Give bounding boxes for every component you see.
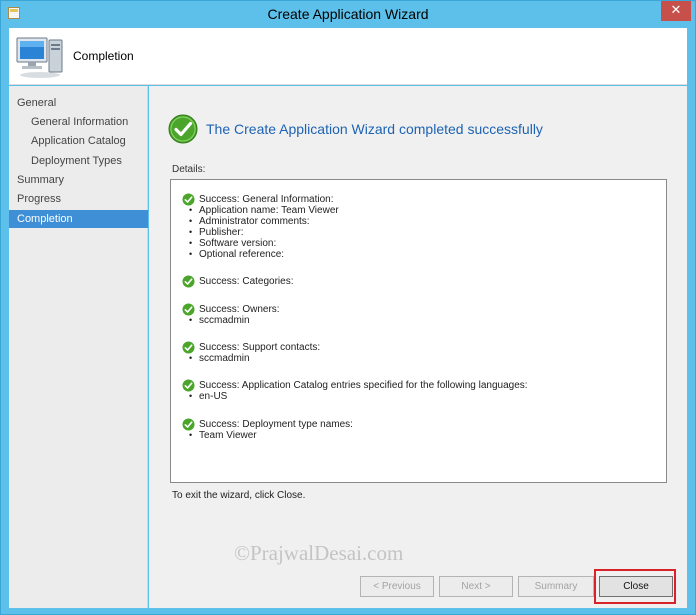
exit-instructions: To exit the wizard, click Close. <box>172 490 306 501</box>
nav-item-application-catalog[interactable]: Application Catalog <box>9 132 148 150</box>
detail-line: Publisher: <box>189 227 339 238</box>
detail-title: Success: Owners: <box>199 304 280 315</box>
wizard-header: Completion <box>9 28 687 85</box>
details-label: Details: <box>172 164 206 175</box>
summary-button[interactable]: Summary <box>518 576 594 597</box>
detail-line: Application name: Team Viewer <box>189 205 339 216</box>
next-button[interactable]: Next > <box>439 576 513 597</box>
computer-icon <box>16 37 63 78</box>
detail-line: Administrator comments: <box>189 216 339 227</box>
nav-item-summary[interactable]: Summary <box>9 171 148 189</box>
detail-line: sccmadmin <box>189 315 250 326</box>
watermark: ©PrajwalDesai.com <box>234 541 404 565</box>
detail-title: Success: Application Catalog entries spe… <box>199 380 528 391</box>
nav-item-completion[interactable]: Completion <box>9 210 148 228</box>
nav-item-deployment-types[interactable]: Deployment Types <box>9 152 148 170</box>
detail-line: Software version: <box>189 238 339 249</box>
window-close-button[interactable]: ✕ <box>661 1 691 21</box>
window-title: Create Application Wizard <box>267 6 429 22</box>
detail-line: Optional reference: <box>189 249 339 260</box>
detail-line: en-US <box>189 391 227 402</box>
nav-item-progress[interactable]: Progress <box>9 190 148 208</box>
detail-title: Success: Categories: <box>199 276 294 287</box>
wizard-window: Create Application Wizard ✕ Completion G… <box>0 0 696 615</box>
success-check-icon <box>168 114 198 144</box>
previous-button[interactable]: < Previous <box>360 576 434 597</box>
detail-line: sccmadmin <box>189 353 250 364</box>
title-bar[interactable]: Create Application Wizard ✕ <box>1 1 695 28</box>
detail-title: Success: Support contacts: <box>199 342 321 353</box>
wizard-nav: General General Information Application … <box>9 86 148 608</box>
detail-line: Team Viewer <box>189 430 257 441</box>
success-check-icon <box>182 275 195 288</box>
close-button-highlight <box>594 569 676 604</box>
nav-item-general[interactable]: General <box>9 94 148 112</box>
completion-headline: The Create Application Wizard completed … <box>206 121 543 137</box>
detail-title: Success: General Information: <box>199 194 334 205</box>
content-panel: The Create Application Wizard completed … <box>149 86 687 608</box>
nav-item-general-information[interactable]: General Information <box>9 113 148 131</box>
detail-title: Success: Deployment type names: <box>199 419 353 430</box>
header-title: Completion <box>73 49 134 63</box>
details-box[interactable]: Success: General Information: Applicatio… <box>170 179 667 483</box>
